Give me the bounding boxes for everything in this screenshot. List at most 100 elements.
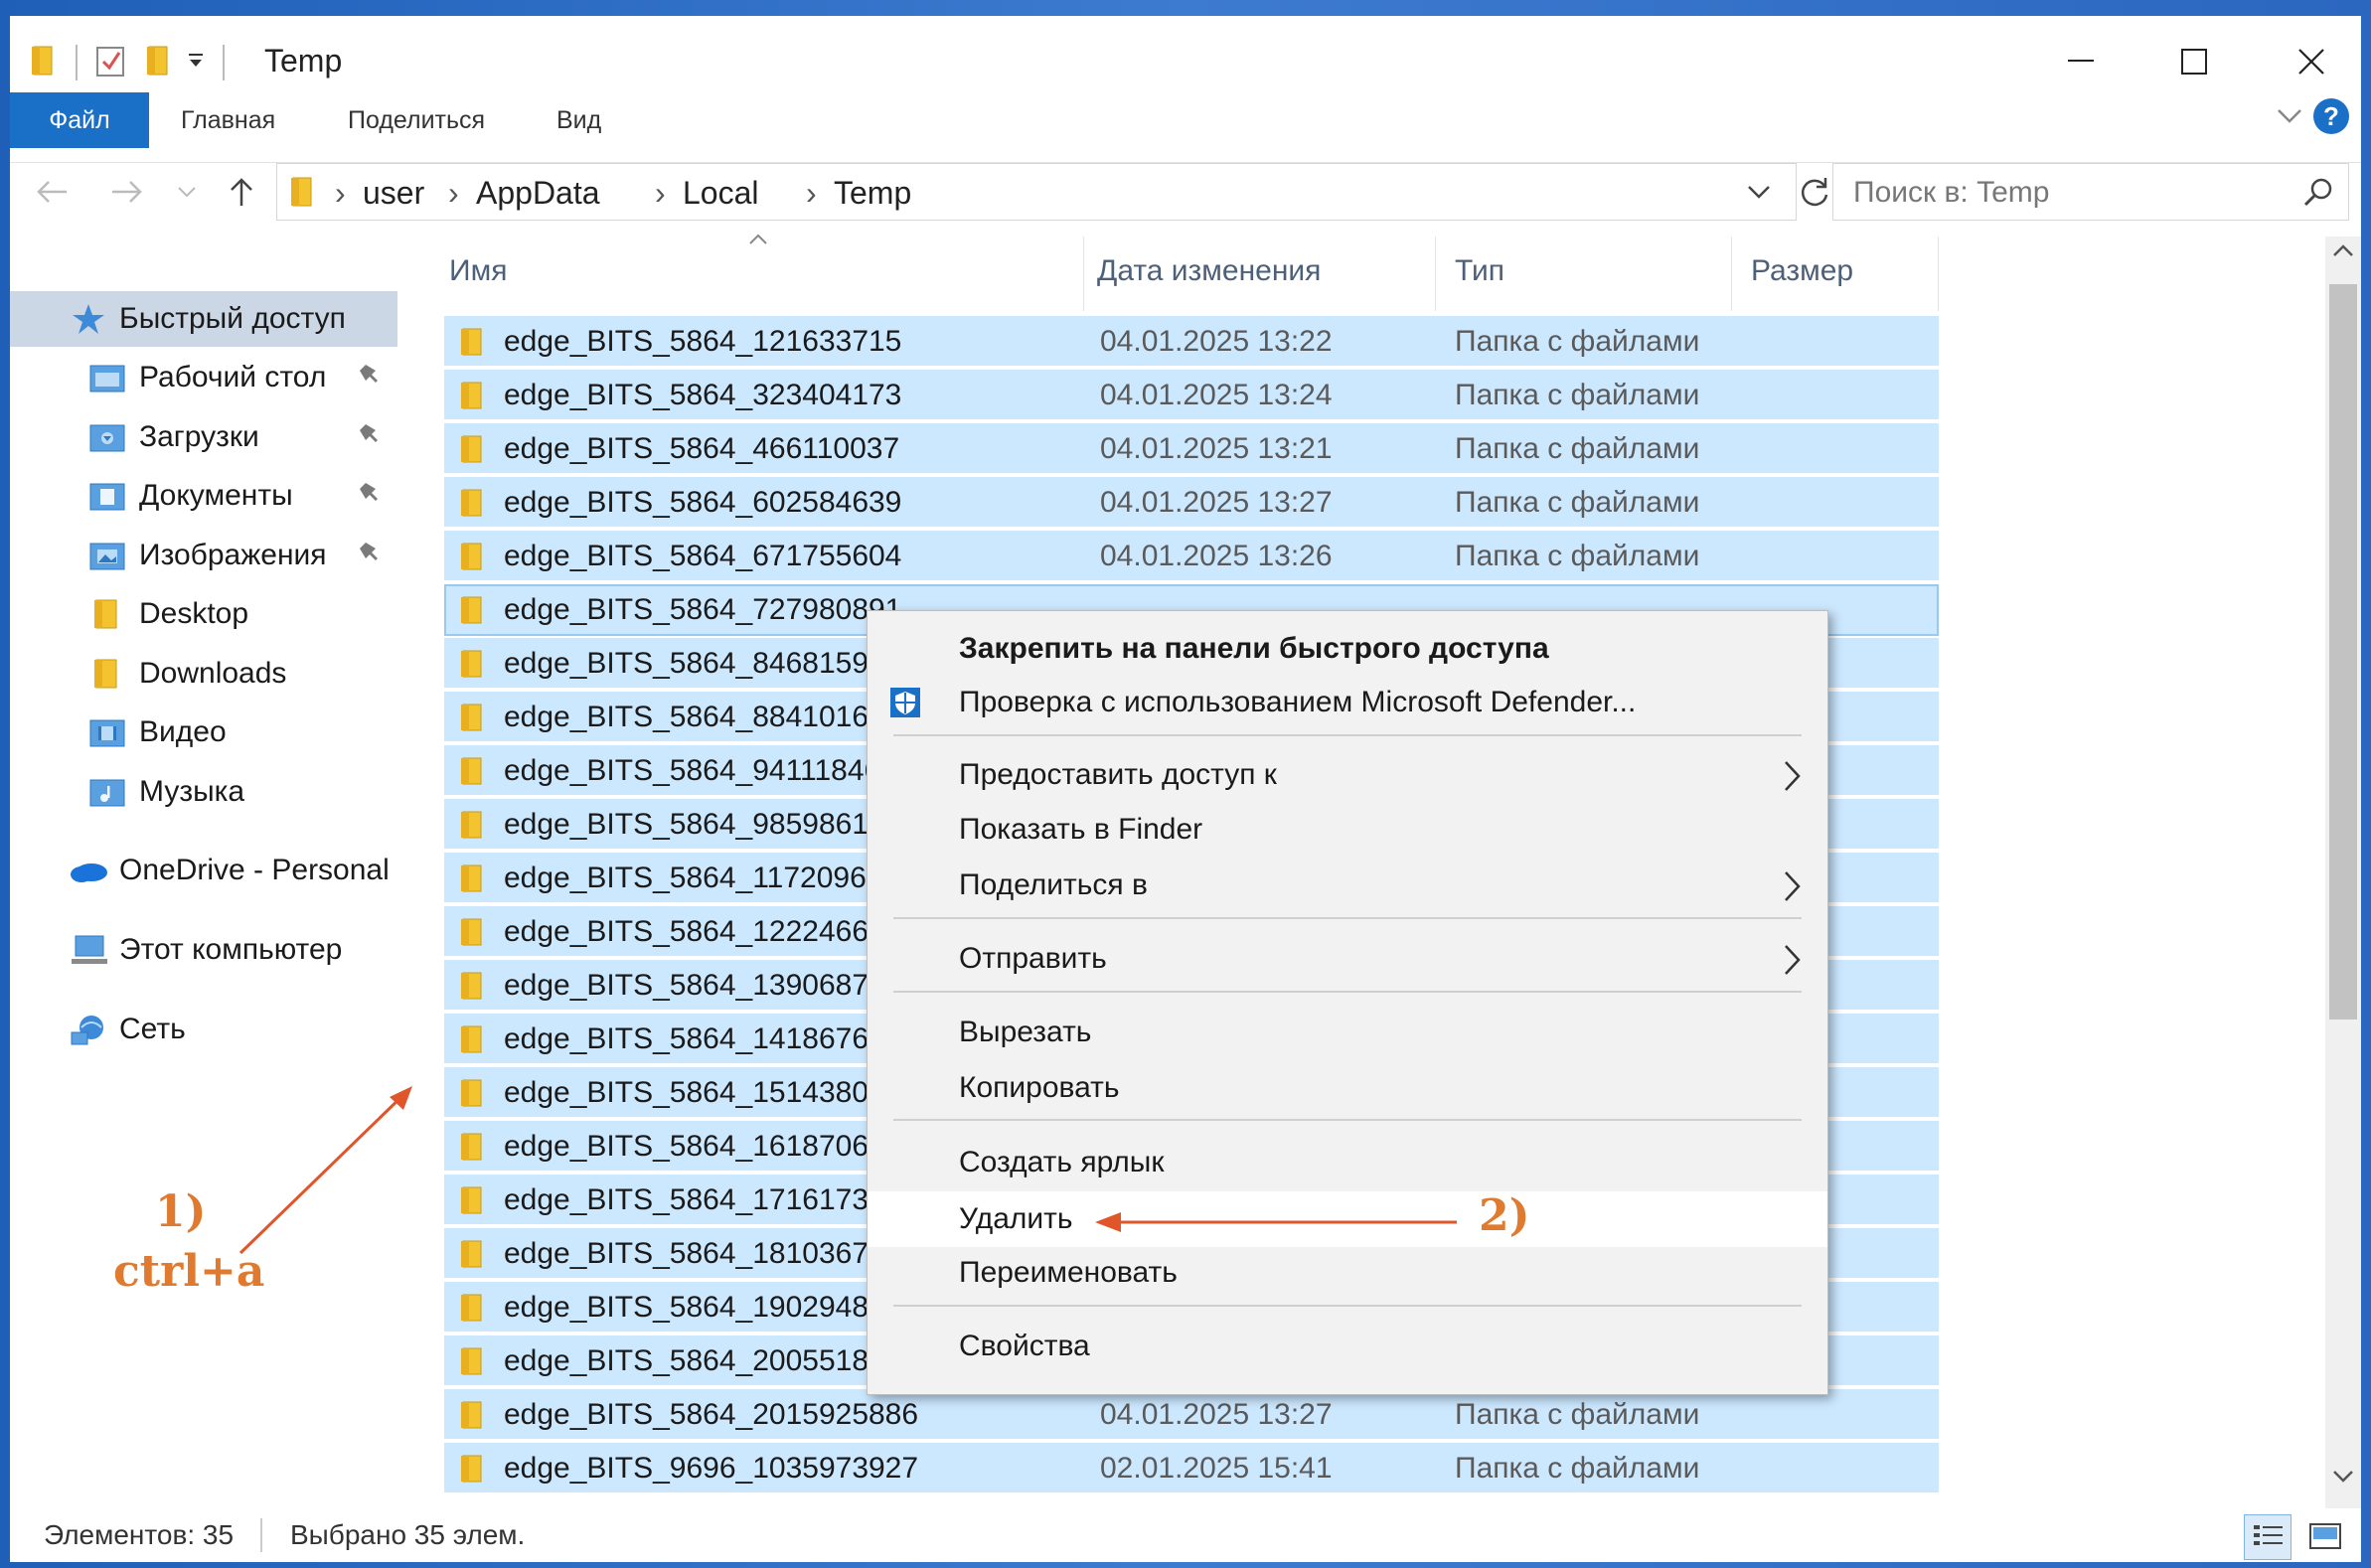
menu-item-send-to[interactable]: Отправить (868, 931, 1827, 987)
nav-item-pictures[interactable]: Изображения (10, 528, 397, 583)
tab-home[interactable]: Главная (181, 92, 275, 148)
column-header-type[interactable]: Тип (1455, 239, 1504, 303)
nav-item-label: Downloads (139, 657, 287, 690)
folder-icon (458, 863, 484, 898)
nav-item-desktop-en[interactable]: Desktop (10, 586, 397, 642)
file-row[interactable]: edge_BITS_5864_602584639 04.01.2025 13:27… (444, 477, 1939, 529)
nav-item-desktop[interactable]: Рабочий стол (10, 350, 397, 405)
status-bar: Элементов: 35 Выбрано 35 элем. (10, 1508, 2361, 1562)
maximize-button[interactable] (2144, 26, 2244, 97)
customize-toolbar-dropdown-icon[interactable] (187, 52, 205, 75)
properties-checkbox-icon[interactable] (95, 44, 127, 82)
file-type: Папка с файлами (1455, 1398, 1700, 1431)
nav-item-videos[interactable]: Видео (10, 705, 397, 760)
recent-locations-chevron-icon[interactable] (169, 163, 205, 221)
menu-item-cut[interactable]: Вырезать (868, 1005, 1827, 1060)
menu-item-rename[interactable]: Переименовать (868, 1245, 1827, 1301)
file-row[interactable]: edge_BITS_5864_323404173 04.01.2025 13:24… (444, 370, 1939, 421)
back-button[interactable] (24, 163, 79, 221)
nav-item-label: Музыка (139, 775, 245, 808)
file-date: 04.01.2025 13:27 (1100, 486, 1333, 519)
nav-quick-access-label: Быстрый доступ (119, 302, 346, 335)
menu-item-give-access-to[interactable]: Предоставить доступ к (868, 747, 1827, 803)
sort-ascending-icon (747, 233, 769, 251)
scrollbar-thumb[interactable] (2329, 284, 2357, 1019)
address-bar[interactable]: › user › AppData › Local › Temp (276, 163, 1797, 221)
file-name: edge_BITS_5864_200551850 (504, 1344, 902, 1377)
menu-item-scan-with-defender[interactable]: Проверка с использованием Microsoft Defe… (868, 675, 1827, 730)
nav-item-downloads-ru[interactable]: Загрузки (10, 409, 397, 465)
column-header-name[interactable]: Имя (449, 239, 507, 303)
menu-item-delete[interactable]: Удалить (868, 1191, 1827, 1247)
large-icons-view-button[interactable] (2305, 1516, 2345, 1556)
file-name: edge_BITS_5864_2015925886 (504, 1398, 919, 1431)
pin-icon[interactable] (358, 420, 382, 454)
menu-item-label: Отправить (959, 942, 1107, 975)
folder-icon (458, 488, 484, 523)
breadcrumb-separator-icon[interactable]: › (335, 164, 346, 222)
breadcrumb-separator-icon[interactable]: › (806, 164, 817, 222)
menu-item-copy[interactable]: Копировать (868, 1060, 1827, 1116)
column-header-size[interactable]: Размер (1751, 239, 1853, 303)
file-row[interactable]: edge_BITS_5864_2015925886 04.01.2025 13:2… (444, 1389, 1939, 1441)
nav-network[interactable]: Сеть (10, 1002, 397, 1057)
forward-button[interactable] (99, 163, 155, 221)
menu-item-show-in-finder[interactable]: Показать в Finder (868, 802, 1827, 858)
nav-network-label: Сеть (119, 1013, 186, 1045)
breadcrumb-separator-icon[interactable]: › (655, 164, 666, 222)
file-row[interactable]: edge_BITS_5864_466110037 04.01.2025 13:21… (444, 423, 1939, 475)
documents-folder-icon (89, 481, 125, 511)
file-row[interactable]: edge_BITS_9696_1035973927 02.01.2025 15:4… (444, 1443, 1939, 1494)
search-icon[interactable] (2302, 177, 2334, 214)
menu-item-share-to[interactable]: Поделиться в (868, 858, 1827, 913)
breadcrumb-temp[interactable]: Temp (834, 164, 911, 222)
column-divider[interactable] (1435, 236, 1436, 311)
new-folder-icon[interactable] (145, 45, 171, 81)
up-button[interactable] (219, 163, 264, 221)
refresh-button[interactable] (1795, 163, 1834, 221)
file-name: edge_BITS_5864_151438019 (504, 1076, 902, 1109)
tab-share[interactable]: Поделиться (348, 92, 485, 148)
nav-quick-access[interactable]: Быстрый доступ (10, 291, 397, 347)
folder-icon (458, 1400, 484, 1435)
close-button[interactable] (2262, 26, 2361, 97)
nav-item-documents[interactable]: Документы (10, 468, 397, 524)
breadcrumb-local[interactable]: Local (683, 164, 759, 222)
scroll-down-icon[interactable] (2331, 1469, 2355, 1490)
file-type: Папка с файлами (1455, 1452, 1700, 1485)
pin-icon[interactable] (358, 361, 382, 394)
details-view-button[interactable] (2244, 1514, 2292, 1560)
column-divider[interactable] (1938, 236, 1939, 311)
scroll-up-icon[interactable] (2331, 242, 2355, 263)
nav-onedrive[interactable]: OneDrive - Personal (10, 843, 397, 898)
file-name: edge_BITS_5864_121633715 (504, 325, 902, 358)
file-row[interactable]: edge_BITS_5864_671755604 04.01.2025 13:26… (444, 531, 1939, 582)
pin-icon[interactable] (358, 479, 382, 513)
nav-this-pc[interactable]: Этот компьютер (10, 922, 397, 978)
column-header-date[interactable]: Дата изменения (1097, 239, 1321, 303)
help-icon[interactable]: ? (2311, 96, 2351, 141)
file-name: edge_BITS_5864_884101607 (504, 701, 902, 733)
downloads-folder-icon (89, 422, 125, 452)
nav-item-music[interactable]: Музыка (10, 764, 397, 820)
search-input[interactable]: Поиск в: Temp (1853, 164, 2049, 222)
breadcrumb-separator-icon[interactable]: › (448, 164, 459, 222)
tab-view[interactable]: Вид (556, 92, 601, 148)
search-box[interactable]: Поиск в: Temp (1832, 163, 2349, 221)
nav-item-downloads-en[interactable]: Downloads (10, 646, 397, 702)
ribbon-expand-chevron-icon[interactable] (2276, 106, 2303, 131)
tab-file[interactable]: Файл (10, 92, 149, 148)
breadcrumb-appdata[interactable]: AppData (476, 164, 600, 222)
menu-item-properties[interactable]: Свойства (868, 1319, 1827, 1374)
minimize-button[interactable] (2031, 26, 2131, 97)
nav-item-label: Загрузки (139, 420, 259, 453)
menu-item-pin-to-quick-access[interactable]: Закрепить на панели быстрого доступа (868, 621, 1827, 677)
column-divider[interactable] (1731, 236, 1732, 311)
column-divider[interactable] (1083, 236, 1084, 311)
breadcrumb-user[interactable]: user (363, 164, 424, 222)
folder-icon (458, 327, 484, 362)
pin-icon[interactable] (358, 539, 382, 572)
address-history-chevron-icon[interactable] (1746, 184, 1772, 207)
menu-item-create-shortcut[interactable]: Создать ярлык (868, 1135, 1827, 1190)
file-row[interactable]: edge_BITS_5864_121633715 04.01.2025 13:22… (444, 316, 1939, 368)
